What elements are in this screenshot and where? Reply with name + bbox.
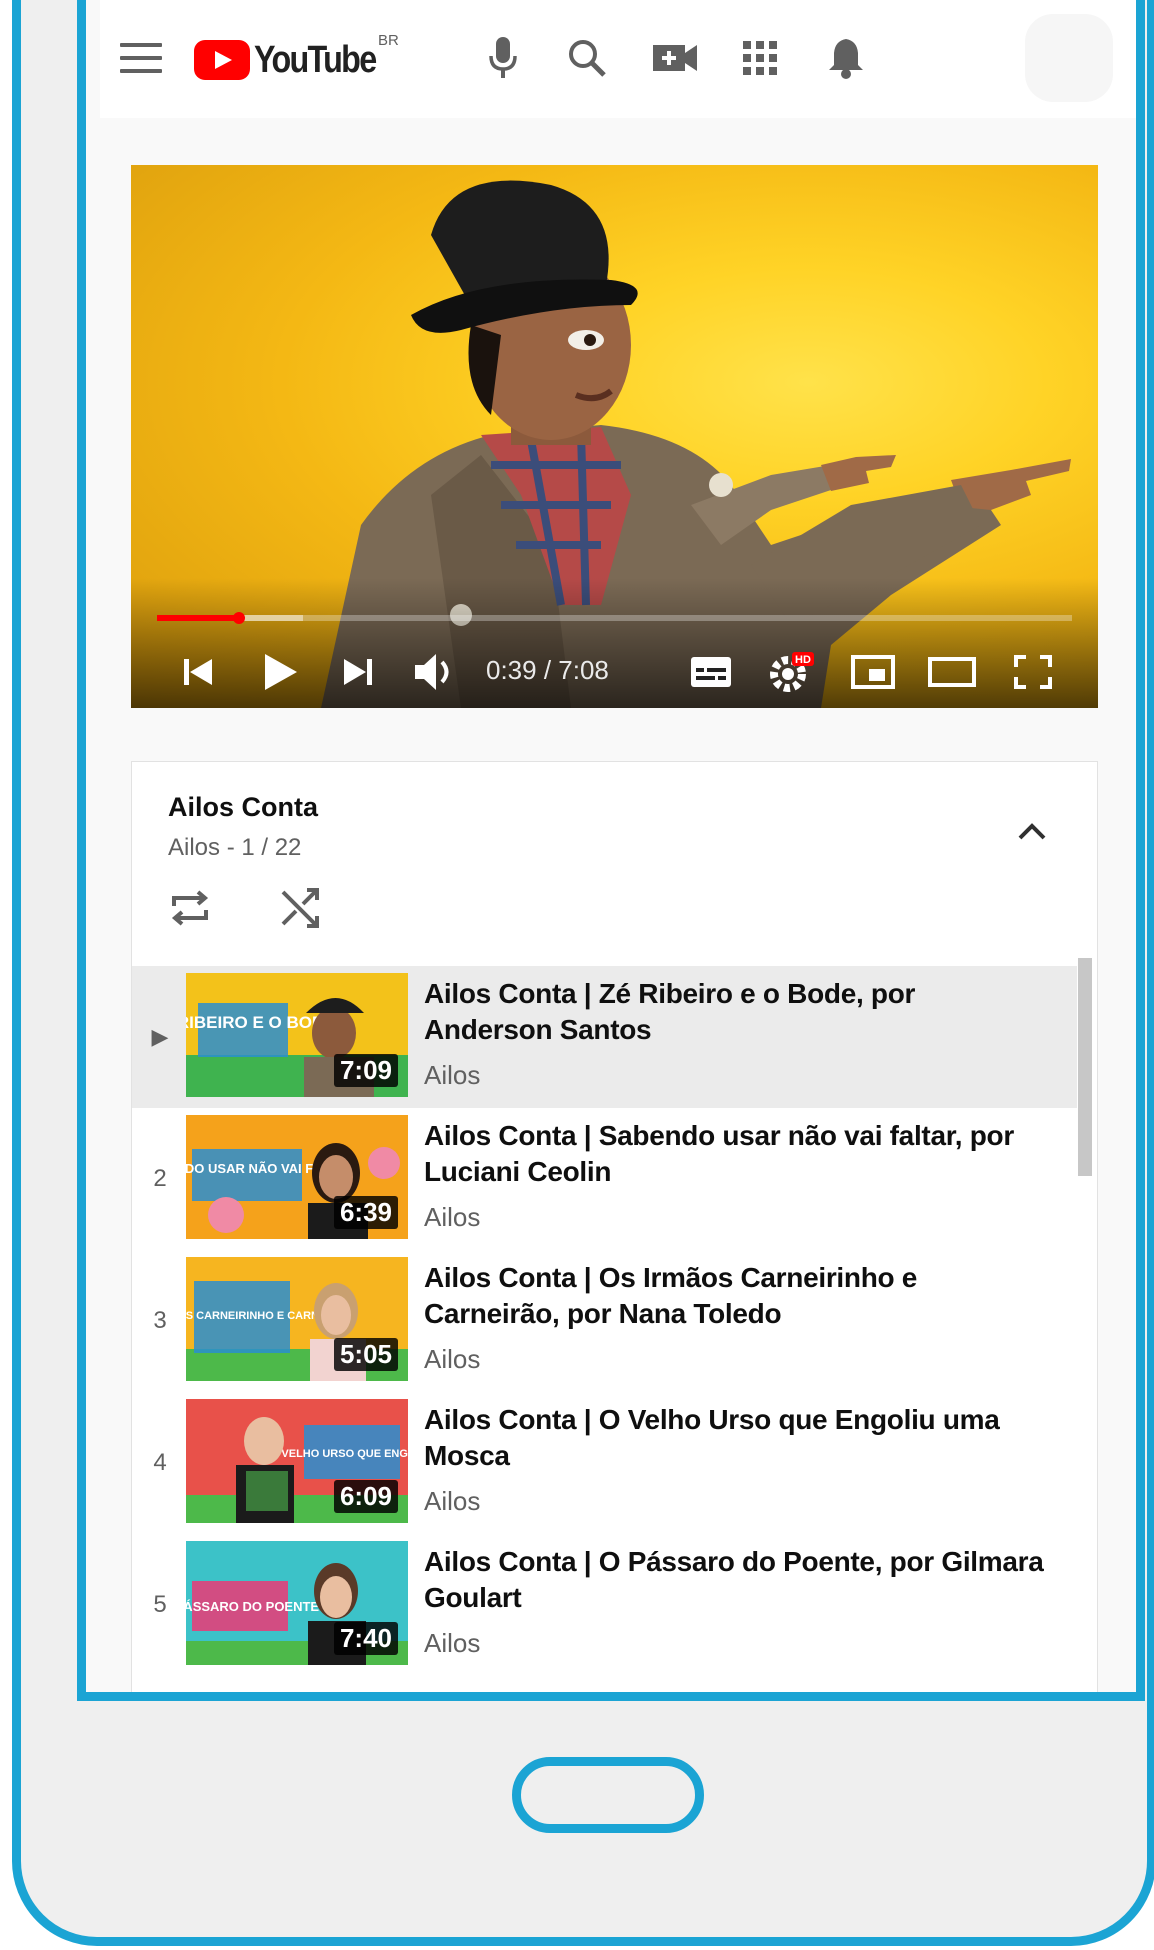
subtitles-icon[interactable] — [687, 645, 735, 699]
svg-text:O PÁSSARO DO POENTE: O PÁSSARO DO POENTE — [186, 1599, 319, 1614]
video-duration: 6:09 — [333, 1480, 398, 1513]
video-title[interactable]: Ailos Conta | O Velho Urso que Engoliu u… — [424, 1402, 1044, 1474]
notifications-icon[interactable] — [821, 33, 871, 83]
video-duration: 6:39 — [333, 1196, 398, 1229]
top-bar: YouTube BR — [100, 0, 1136, 118]
theater-icon[interactable] — [924, 645, 980, 699]
playlist-item[interactable]: 3 OS IRMÃOS CARNEIRINHO E CARNEIRÃO 5:05… — [132, 1250, 1077, 1392]
previous-icon[interactable] — [176, 645, 220, 699]
playlist-item[interactable]: 4 O VELHO URSO QUE ENGOLIU 6:09 Ailos Co… — [132, 1392, 1077, 1534]
played-bar — [157, 615, 240, 621]
channel-name[interactable]: Ailos — [424, 1202, 480, 1233]
seek-bar[interactable] — [157, 612, 1072, 624]
item-index: 2 — [153, 1165, 167, 1192]
loop-icon[interactable] — [168, 886, 212, 930]
playlist-scrollbar[interactable] — [1078, 958, 1092, 1176]
logo-text: YouTube — [254, 39, 377, 81]
volume-icon[interactable] — [409, 645, 463, 699]
video-title[interactable]: Ailos Conta | Os Irmãos Carneirinho e Ca… — [424, 1260, 1044, 1332]
menu-icon[interactable] — [120, 43, 162, 73]
playlist-item[interactable]: ▶ ZÉ RIBEIRO E O BODE 7:09 Ailos Conta |… — [132, 966, 1077, 1108]
video-thumbnail: OS IRMÃOS CARNEIRINHO E CARNEIRÃO 5:05 — [186, 1257, 408, 1381]
svg-text:O VELHO URSO QUE ENGOLIU: O VELHO URSO QUE ENGOLIU — [270, 1448, 408, 1460]
playlist-item[interactable]: 5 O PÁSSARO DO POENTE 7:40 Ailos Conta |… — [132, 1534, 1077, 1676]
search-icon[interactable] — [562, 33, 612, 83]
time-display: 0:39 / 7:08 — [486, 655, 609, 685]
play-icon[interactable] — [256, 645, 306, 699]
item-index: 3 — [153, 1307, 167, 1334]
video-title[interactable]: Ailos Conta | O Pássaro do Poente, por G… — [424, 1544, 1044, 1616]
apps-icon[interactable] — [735, 33, 785, 83]
youtube-play-logo-icon — [194, 40, 250, 80]
hd-badge: HD — [795, 654, 811, 666]
phone-screen: YouTube BR 0:39 / 7:08 HD Ailos Conta Ai… — [77, 0, 1145, 1701]
playlist-subtitle: Ailos - 1 / 22 — [168, 834, 302, 861]
now-playing-icon: ▶ — [151, 1024, 169, 1049]
create-video-icon[interactable] — [650, 33, 700, 83]
video-thumbnail: ZÉ RIBEIRO E O BODE 7:09 — [186, 973, 408, 1097]
settings-icon[interactable]: HD — [763, 645, 819, 699]
playlist-item[interactable]: 2 SABENDO USAR NÃO VAI FALTAR 6:39 Ailos… — [132, 1108, 1077, 1250]
video-duration: 5:05 — [333, 1338, 398, 1371]
collapse-icon[interactable] — [1012, 812, 1052, 852]
next-icon[interactable] — [336, 645, 380, 699]
phone-frame: YouTube BR 0:39 / 7:08 HD Ailos Conta Ai… — [12, 0, 1154, 1946]
video-thumbnail: O PÁSSARO DO POENTE 7:40 — [186, 1541, 408, 1665]
youtube-logo[interactable]: YouTube BR — [194, 32, 399, 84]
video-title[interactable]: Ailos Conta | Zé Ribeiro e o Bode, por A… — [424, 976, 1044, 1048]
region-code: BR — [378, 32, 399, 49]
video-duration: 7:09 — [333, 1054, 398, 1087]
video-thumbnail: O VELHO URSO QUE ENGOLIU 6:09 — [186, 1399, 408, 1523]
playlist-panel: Ailos Conta Ailos - 1 / 22 ▶ ZÉ RIBEIRO … — [131, 761, 1098, 1692]
playlist-title[interactable]: Ailos Conta — [168, 792, 318, 823]
channel-name[interactable]: Ailos — [424, 1060, 480, 1091]
video-title[interactable]: Ailos Conta | Sabendo usar não vai falta… — [424, 1118, 1044, 1190]
channel-name[interactable]: Ailos — [424, 1628, 480, 1659]
avatar[interactable] — [1025, 14, 1113, 102]
mic-icon[interactable] — [478, 33, 528, 83]
channel-name[interactable]: Ailos — [424, 1486, 480, 1517]
video-player[interactable]: 0:39 / 7:08 HD — [131, 165, 1098, 708]
item-index: 4 — [153, 1449, 167, 1476]
home-button[interactable] — [512, 1757, 704, 1833]
fullscreen-icon[interactable] — [1007, 645, 1059, 699]
miniplayer-icon[interactable] — [847, 645, 899, 699]
video-thumbnail: SABENDO USAR NÃO VAI FALTAR 6:39 — [186, 1115, 408, 1239]
item-index: 5 — [153, 1591, 167, 1618]
playlist-items: ▶ ZÉ RIBEIRO E O BODE 7:09 Ailos Conta |… — [132, 966, 1077, 1676]
channel-name[interactable]: Ailos — [424, 1344, 480, 1375]
video-duration: 7:40 — [333, 1622, 398, 1655]
shuffle-icon[interactable] — [279, 886, 323, 930]
